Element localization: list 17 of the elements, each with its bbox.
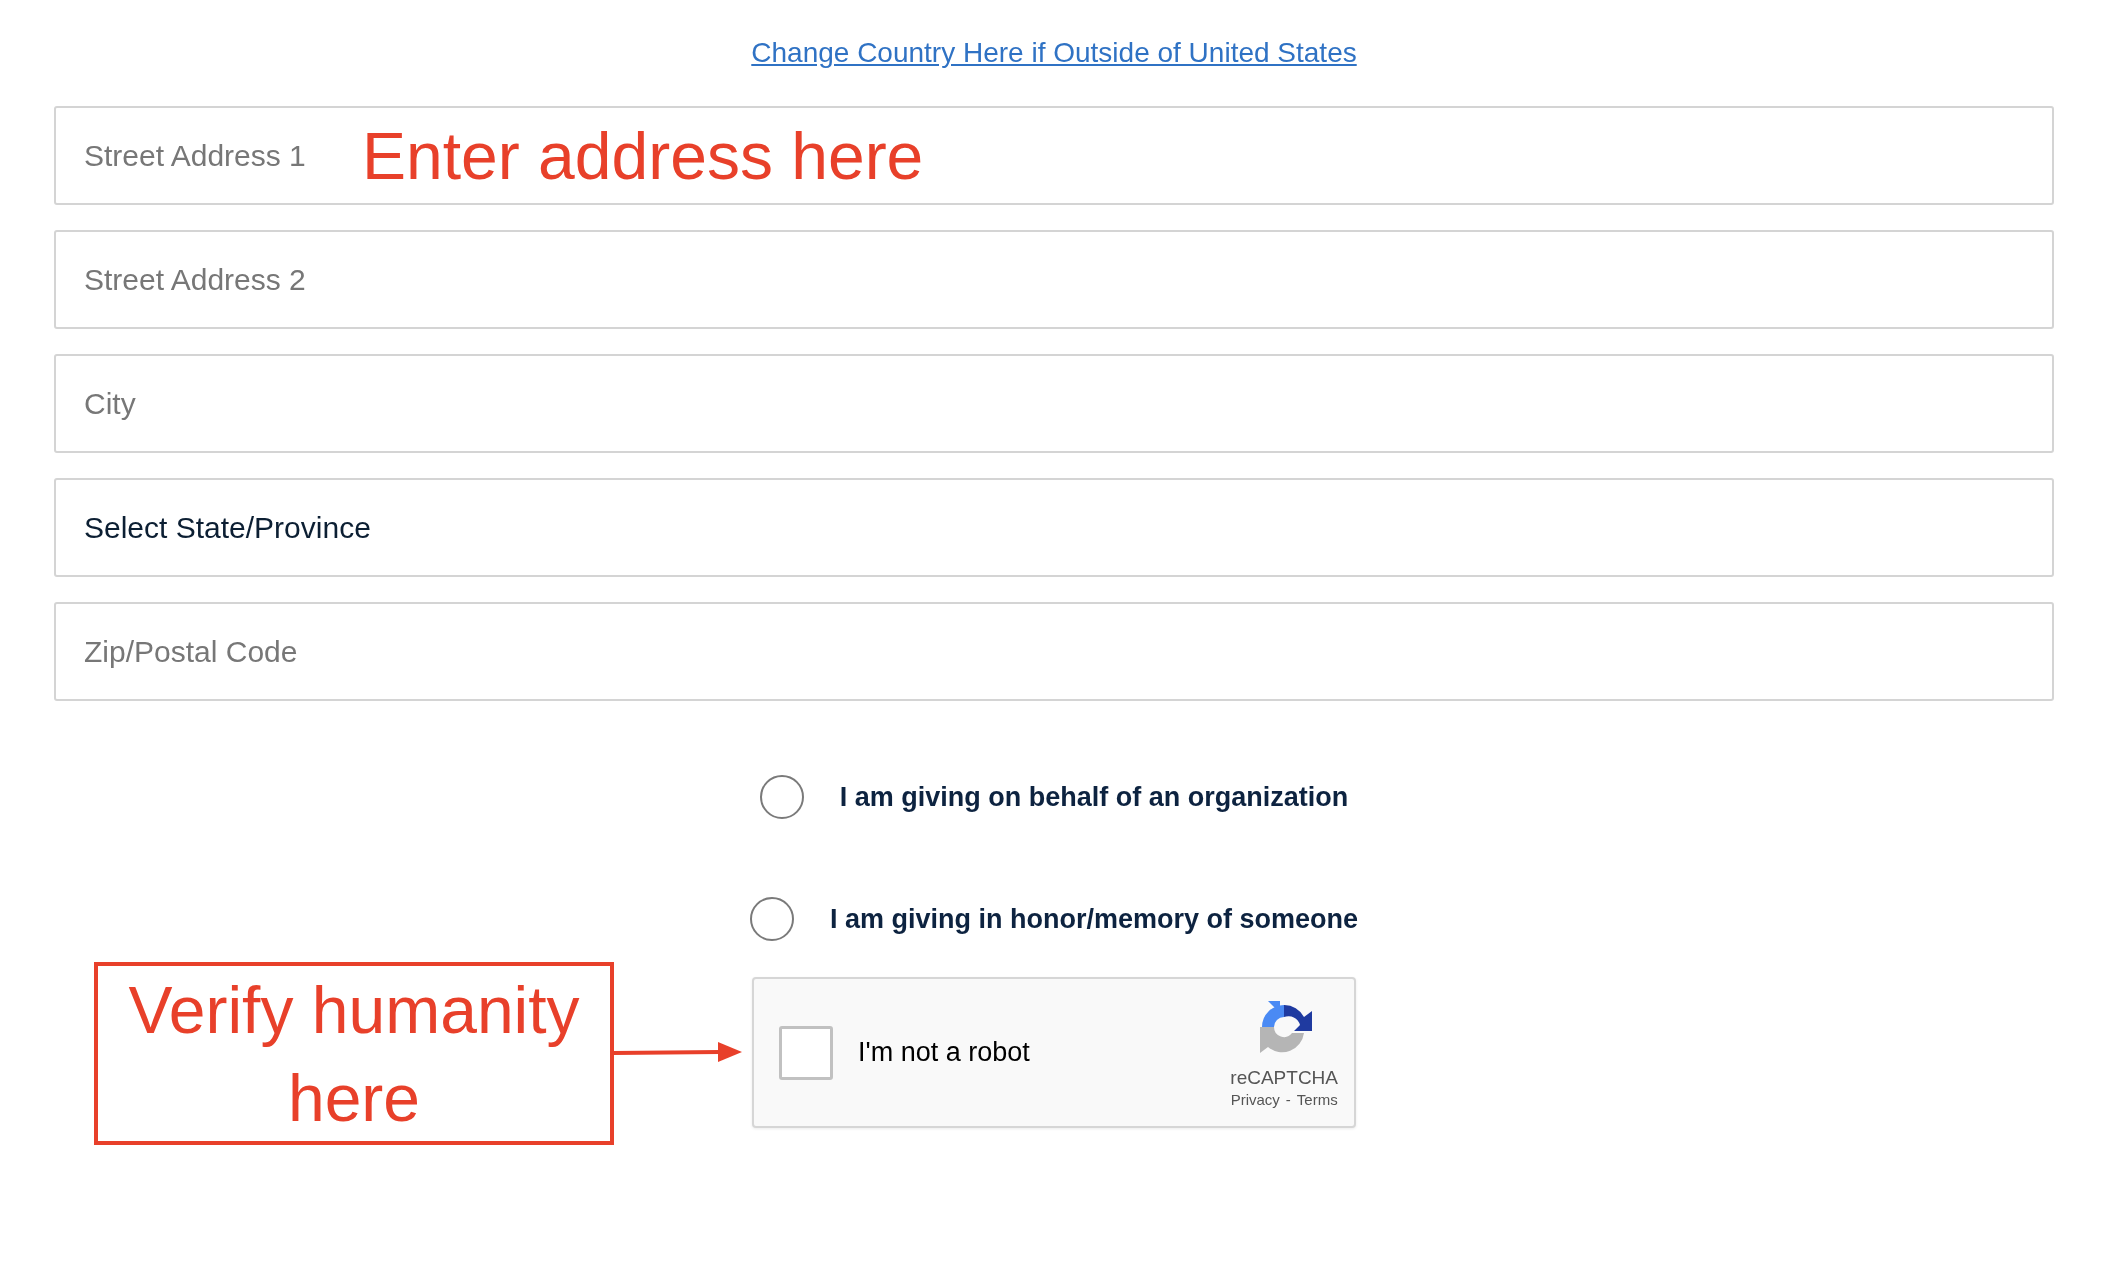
annotation-text: Verify humanity here [127,971,581,1137]
annotation-text: Enter address here [362,117,924,194]
radio-button[interactable] [749,897,794,941]
captcha-brand: reCAPTCHA [1230,1067,1338,1089]
address-field[interactable]: City [54,354,2054,453]
terms-link[interactable]: Terms [1296,1091,1338,1108]
state-select[interactable]: Select State/Province [54,478,2054,577]
captcha-checkbox[interactable] [779,1025,833,1080]
radio-button[interactable] [759,775,804,819]
change-country-link[interactable]: Change Country Here if Outside of United States [751,37,1357,69]
option-label: I am giving on behalf of an organization [839,781,1349,813]
address-field[interactable]: Street Address 2 [54,230,2054,329]
option-label: I am giving in honor/memory of someone [829,903,1359,935]
privacy-link[interactable]: Privacy [1230,1091,1280,1108]
separator-text: - [1285,1091,1291,1108]
captcha-label: I'm not a robot [858,1037,1031,1068]
address-field[interactable]: Zip/Postal Code [54,602,2054,701]
